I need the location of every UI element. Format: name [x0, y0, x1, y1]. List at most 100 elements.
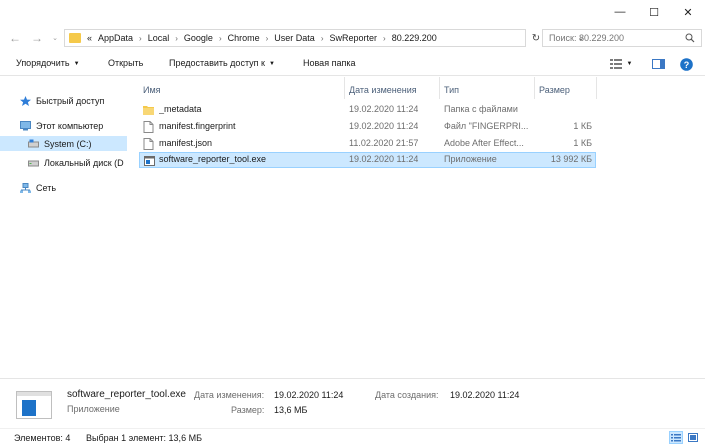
breadcrumb-separator-icon[interactable]: › [175, 34, 178, 43]
file-size: 1 КБ [573, 121, 592, 131]
file-name: manifest.fingerprint [159, 121, 236, 131]
breadcrumb-swreporter[interactable]: SwReporter [329, 33, 377, 43]
nav-quick-access[interactable]: Быстрый доступ [0, 93, 127, 108]
app-thumbnail-icon [16, 391, 52, 419]
svg-text:?: ? [683, 60, 689, 70]
change-view-button[interactable]: ▼ [606, 56, 636, 72]
nav-quick-access-label: Быстрый доступ [36, 95, 105, 106]
nav-system-drive[interactable]: System (C:) [0, 136, 127, 151]
column-divider[interactable] [439, 77, 440, 99]
computer-icon [20, 120, 31, 130]
new-folder-button[interactable]: Новая папка [303, 58, 355, 68]
file-row[interactable]: manifest.json 11.02.2020 21:57 Adobe Aft… [139, 136, 596, 152]
column-header-name[interactable]: Имя [143, 80, 161, 100]
column-name-label: Имя [143, 85, 161, 95]
file-row[interactable]: manifest.fingerprint 19.02.2020 11:24 Фа… [139, 119, 596, 135]
search-box[interactable] [542, 29, 702, 47]
file-name: _metadata [159, 104, 202, 114]
status-item-count: Элементов: 4 [14, 433, 71, 443]
column-divider[interactable] [534, 77, 535, 99]
back-arrow-icon: ← [9, 31, 21, 45]
file-icon [143, 121, 154, 133]
details-modified-label: Дата изменения: [194, 390, 265, 400]
details-filename: software_reporter_tool.exe [67, 389, 186, 400]
status-selection: Выбран 1 элемент: 13,6 МБ [86, 433, 202, 443]
large-icons-view-button[interactable] [686, 431, 700, 444]
breadcrumb-google[interactable]: Google [184, 33, 213, 43]
details-modified-value: 19.02.2020 11:24 [274, 390, 344, 400]
nav-network-label: Сеть [36, 182, 57, 193]
breadcrumb-separator-icon[interactable]: › [139, 34, 142, 43]
column-divider[interactable] [596, 77, 597, 99]
close-button[interactable]: ✕ [671, 0, 705, 24]
exe-icon [144, 156, 155, 166]
column-header-date[interactable]: Дата изменения [349, 80, 417, 100]
file-list: Имя Дата изменения Тип Размер _metadata … [139, 77, 599, 377]
column-type-label: Тип [444, 85, 460, 95]
nav-local-disk[interactable]: Локальный диск (D [0, 155, 127, 170]
nav-this-pc[interactable]: Этот компьютер [0, 118, 127, 133]
address-row: ← → ⌄ « AppData › Local › Google › Chrom… [0, 26, 705, 50]
details-kind: Приложение [67, 404, 120, 414]
search-input[interactable] [549, 33, 679, 43]
nav-system-drive-label: System (C:) [44, 138, 92, 149]
breadcrumb-local[interactable]: Local [148, 33, 170, 43]
breadcrumb-separator-icon[interactable]: › [321, 34, 324, 43]
column-size-label: Размер [539, 85, 570, 95]
details-created-value: 19.02.2020 11:24 [450, 390, 520, 400]
maximize-button[interactable]: ☐ [637, 0, 671, 24]
status-bar: Элементов: 4 Выбран 1 элемент: 13,6 МБ [0, 428, 705, 446]
share-button[interactable]: Предоставить доступ к ▼ [169, 58, 275, 68]
file-type: Файл "FINGERPRI... [444, 121, 529, 131]
open-label: Открыть [108, 58, 144, 68]
breadcrumb-user-data[interactable]: User Data [274, 33, 315, 43]
forward-button[interactable]: → [30, 31, 44, 45]
details-view-button[interactable] [669, 431, 683, 444]
breadcrumb-appdata[interactable]: AppData [98, 33, 133, 43]
file-size: 13 992 КБ [550, 154, 592, 164]
details-view-icon [671, 433, 681, 441]
address-bar[interactable]: « AppData › Local › Google › Chrome › Us… [64, 29, 584, 47]
large-icons-view-icon [688, 433, 698, 442]
preview-pane-button[interactable] [650, 56, 666, 72]
close-icon: ✕ [683, 6, 693, 19]
column-date-label: Дата изменения [349, 85, 417, 95]
breadcrumb-separator-icon[interactable]: › [383, 34, 386, 43]
breadcrumb-overflow[interactable]: « [87, 33, 92, 43]
nav-network[interactable]: Сеть [0, 180, 127, 195]
breadcrumb-chrome[interactable]: Chrome [228, 33, 260, 43]
breadcrumb-separator-icon[interactable]: › [266, 34, 269, 43]
command-bar: Упорядочить ▼ Открыть Предоставить доступ… [0, 52, 705, 76]
nav-local-disk-label: Локальный диск (D [44, 157, 124, 168]
column-divider[interactable] [344, 77, 345, 99]
organize-button[interactable]: Упорядочить ▼ [16, 58, 80, 68]
file-date: 19.02.2020 11:24 [349, 154, 419, 164]
file-type: Папка с файлами [444, 104, 518, 114]
preview-pane-icon [651, 59, 665, 69]
file-row[interactable]: _metadata 19.02.2020 11:24 Папка с файла… [139, 102, 596, 118]
minimize-button[interactable]: — [603, 0, 637, 24]
organize-label: Упорядочить [16, 58, 70, 68]
recent-locations-button[interactable]: ⌄ [48, 34, 62, 42]
folder-icon [69, 33, 81, 43]
drive-icon [28, 160, 39, 166]
file-row[interactable]: software_reporter_tool.exe 19.02.2020 11… [139, 152, 596, 168]
file-type: Adobe After Effect... [444, 138, 524, 148]
open-button[interactable]: Открыть [108, 58, 143, 68]
column-header-size[interactable]: Размер [539, 80, 570, 100]
search-icon [685, 33, 695, 43]
details-size-label: Размер: [231, 405, 265, 415]
help-button[interactable]: ? [678, 56, 694, 72]
new-folder-label: Новая папка [303, 58, 356, 68]
title-bar: — ☐ ✕ [0, 0, 705, 26]
file-size: 1 КБ [573, 138, 592, 148]
navigation-pane: Быстрый доступ Этот компьютер System (C:… [0, 77, 127, 377]
breadcrumb-version[interactable]: 80.229.200 [392, 33, 437, 43]
breadcrumb-separator-icon[interactable]: › [219, 34, 222, 43]
drive-icon [28, 139, 39, 147]
network-icon [20, 182, 31, 193]
details-created-label: Дата создания: [375, 390, 439, 400]
back-button[interactable]: ← [8, 31, 22, 45]
minimize-icon: — [614, 6, 626, 18]
column-header-type[interactable]: Тип [444, 80, 459, 100]
